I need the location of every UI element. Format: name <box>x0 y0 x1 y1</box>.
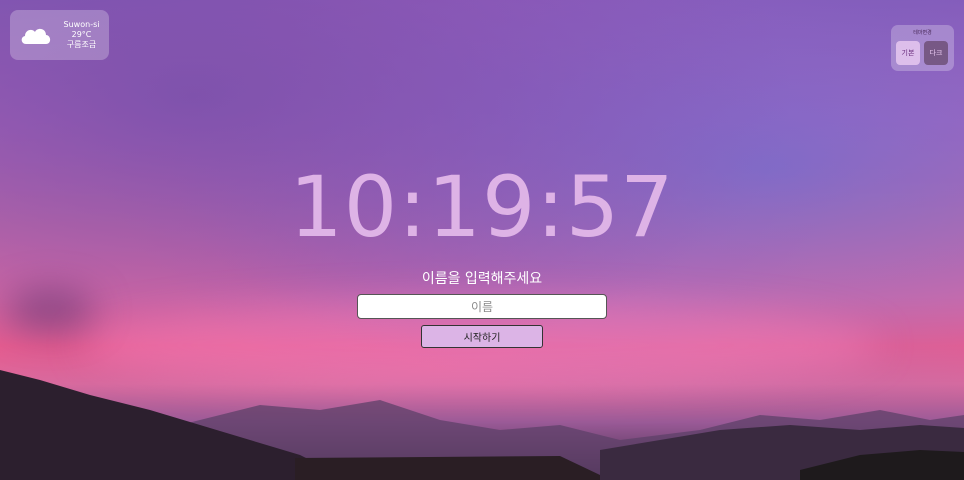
theme-title: 테마변경 <box>913 30 932 36</box>
theme-switcher: 테마변경 기본 다크 <box>891 25 954 71</box>
weather-condition: 구름조금 <box>66 40 97 49</box>
weather-temperature: 29°C <box>71 30 92 39</box>
weather-widget: Suwon-si 29°C 구름조금 <box>10 10 109 60</box>
weather-info: Suwon-si 29°C 구름조금 <box>54 20 109 50</box>
weather-city: Suwon-si <box>63 20 100 29</box>
name-prompt: 이름을 입력해주세요 <box>421 271 543 287</box>
name-input[interactable] <box>357 294 607 319</box>
clock-display: 10:19:57 <box>289 158 675 256</box>
cloud-icon <box>21 28 51 44</box>
theme-dark-button[interactable]: 다크 <box>924 41 948 65</box>
start-button[interactable]: 시작하기 <box>421 325 543 348</box>
theme-light-button[interactable]: 기본 <box>896 41 920 65</box>
